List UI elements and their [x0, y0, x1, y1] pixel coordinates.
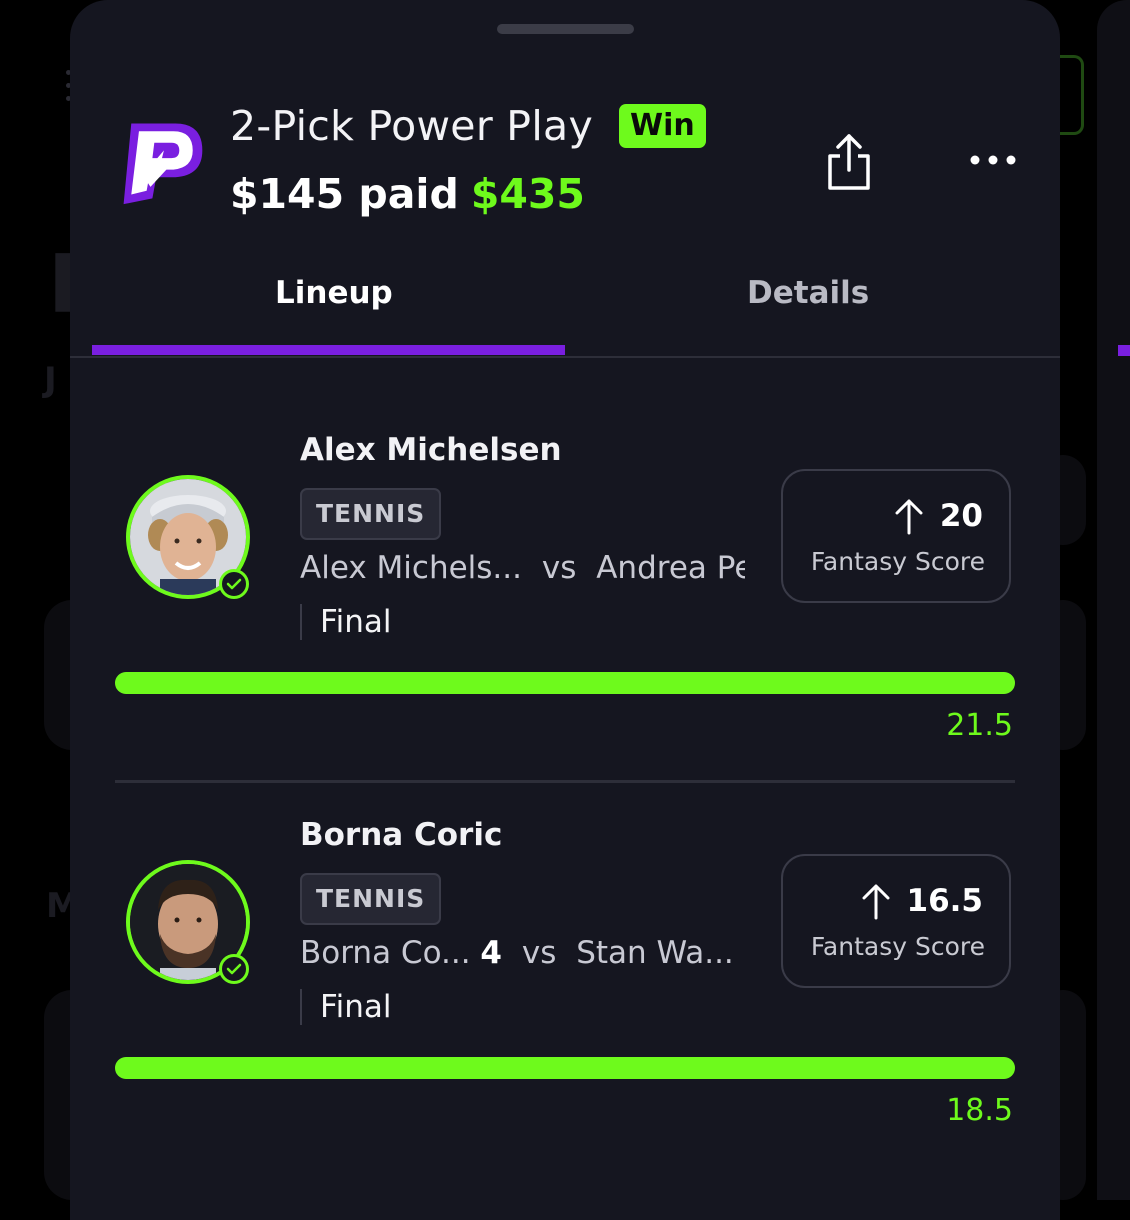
progress-bar-fill — [115, 672, 1015, 694]
progress-bar — [115, 672, 1015, 694]
line-value: 20 — [939, 498, 983, 534]
game-status: Final — [300, 604, 391, 640]
pick-divider — [115, 780, 1015, 783]
prizepicks-logo-icon — [123, 123, 203, 205]
pick-card[interactable]: Borna Coric TENNIS Borna Co... 4 vs Stan… — [115, 817, 1015, 1147]
entry-title-row: 2-Pick Power Play Win — [230, 102, 706, 150]
drag-handle[interactable] — [497, 24, 634, 34]
team2-score: 2 — [744, 935, 745, 971]
progress-bar — [115, 1057, 1015, 1079]
vs-label: vs — [521, 935, 557, 971]
actual-score: 18.5 — [946, 1093, 1013, 1128]
pick-card[interactable]: Alex Michelsen TENNIS Alex Michels... vs… — [115, 432, 1015, 762]
sport-tag: TENNIS — [300, 488, 442, 540]
arrow-up-icon — [862, 884, 889, 920]
team2-name: Stan Wa... — [576, 935, 734, 971]
tab-bar: Lineup Details — [92, 255, 1038, 355]
team1-name: Alex Michels... — [300, 550, 522, 586]
win-badge: Win — [619, 104, 706, 148]
entry-title: 2-Pick Power Play — [230, 102, 594, 150]
player-name: Alex Michelsen — [300, 432, 562, 468]
arrow-up-icon — [895, 499, 923, 535]
background-fragment: J — [44, 360, 57, 400]
team1-score: 4 — [480, 935, 502, 971]
game-status: Final — [300, 989, 391, 1025]
sport-tag: TENNIS — [300, 873, 442, 925]
active-tab-indicator — [92, 345, 565, 355]
share-icon[interactable] — [822, 132, 876, 192]
stat-type: Fantasy Score — [810, 932, 985, 961]
tab-details[interactable]: Details — [747, 275, 869, 311]
check-icon — [219, 569, 249, 599]
vs-label: vs — [541, 550, 577, 586]
team2-name: Andrea Pe — [596, 550, 745, 586]
payout-row: $145 paid $435 — [230, 170, 585, 218]
progress-bar-fill — [115, 1057, 1015, 1079]
line-row: 20 — [892, 497, 983, 535]
matchup: Borna Co... 4 vs Stan Wa... 2 — [300, 935, 745, 971]
tab-lineup[interactable]: Lineup — [275, 275, 393, 311]
line-value: 16.5 — [906, 883, 984, 919]
background-tab-indicator — [1118, 345, 1130, 356]
actual-score: 21.5 — [946, 708, 1013, 743]
tab-divider — [70, 356, 1060, 358]
player-name: Borna Coric — [300, 817, 503, 853]
line-row: 16.5 — [859, 882, 984, 920]
matchup: Alex Michels... vs Andrea Pe — [300, 550, 745, 586]
check-icon — [219, 954, 249, 984]
paid-amount: $145 paid — [230, 170, 459, 218]
more-dots-icon[interactable] — [968, 148, 1018, 172]
entry-sheet: 2-Pick Power Play Win $145 paid $435 Line… — [70, 0, 1060, 1220]
background-next-sheet — [1097, 0, 1130, 1200]
projection-box: 20 Fantasy Score — [781, 469, 1011, 603]
team1-name: Borna Co... — [300, 935, 471, 971]
stat-type: Fantasy Score — [810, 547, 985, 576]
payout-amount: $435 — [470, 170, 585, 218]
projection-box: 16.5 Fantasy Score — [781, 854, 1011, 988]
